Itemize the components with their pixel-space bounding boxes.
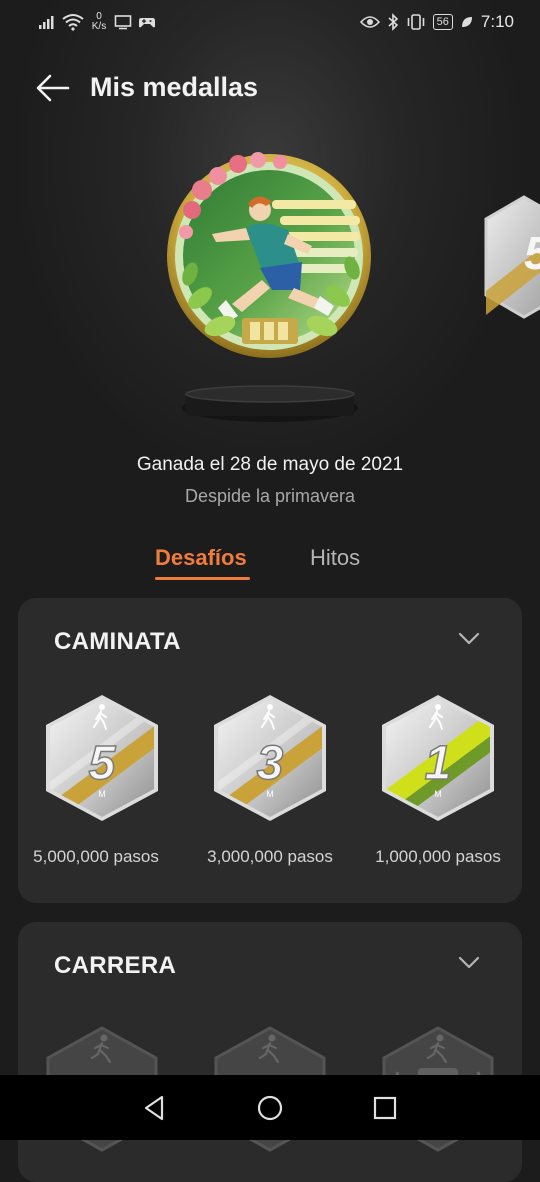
cast-icon <box>114 15 132 30</box>
chevron-down-icon[interactable] <box>458 956 480 970</box>
back-arrow-icon <box>36 74 70 102</box>
network-speed-unit: K/s <box>91 21 107 32</box>
badge-number: 5 <box>89 737 117 790</box>
chevron-down-icon[interactable] <box>458 632 480 646</box>
section-caminata: CAMINATA 5 M 5,000,000 pasos 3 M 3,000,0… <box>18 598 522 903</box>
pedestal <box>182 385 358 422</box>
next-medal-preview[interactable]: 5 <box>484 195 540 319</box>
clock: 7:10 <box>480 12 514 31</box>
badge-unit: M <box>434 789 442 799</box>
featured-medal[interactable] <box>162 150 376 362</box>
nav-home-icon[interactable] <box>255 1093 285 1123</box>
bluetooth-icon <box>388 13 398 31</box>
vibrate-icon <box>407 14 424 30</box>
tab-hitos[interactable]: Hitos <box>310 545 360 571</box>
earned-date: Ganada el 28 de mayo de 2021 <box>136 454 404 475</box>
badge-label: 5,000,000 pasos <box>33 847 159 866</box>
section-title: CAMINATA <box>54 628 181 655</box>
leaf-icon <box>461 17 472 27</box>
signal-icon <box>39 16 54 29</box>
badge-number: 1 <box>425 737 452 790</box>
badge-unit: M <box>98 789 106 799</box>
active-tab-indicator <box>155 577 250 580</box>
svg-text:5: 5 <box>524 227 540 279</box>
eye-icon <box>359 16 380 28</box>
wifi-icon <box>62 14 84 31</box>
walking-badge-5m[interactable]: 5 M <box>40 693 164 823</box>
badge-unit: M <box>266 789 274 799</box>
battery-level: 56 <box>432 14 453 30</box>
badge-label: 1,000,000 pasos <box>375 847 501 866</box>
page-title: Mis medallas <box>90 72 259 102</box>
nav-back-icon[interactable] <box>140 1093 170 1123</box>
tab-desafios[interactable]: Desafíos <box>155 545 247 571</box>
walking-badge-1m[interactable]: 1 M <box>376 693 500 823</box>
status-bar: 0 K/s 56 7:10 <box>0 0 540 44</box>
medal-name: Despide la primavera <box>184 486 356 506</box>
gamepad-icon <box>139 18 155 28</box>
section-title: CARRERA <box>54 952 177 979</box>
badge-number: 3 <box>257 737 284 790</box>
section-carrera: CARRERA 5 10 <box>18 922 522 1182</box>
walking-badge-3m[interactable]: 3 M <box>208 693 332 823</box>
back-button[interactable] <box>34 70 74 106</box>
system-nav-bar <box>0 1075 540 1140</box>
nav-recents-icon[interactable] <box>370 1093 400 1123</box>
network-speed: 0 K/s <box>90 12 108 32</box>
badge-label: 3,000,000 pasos <box>207 847 333 866</box>
